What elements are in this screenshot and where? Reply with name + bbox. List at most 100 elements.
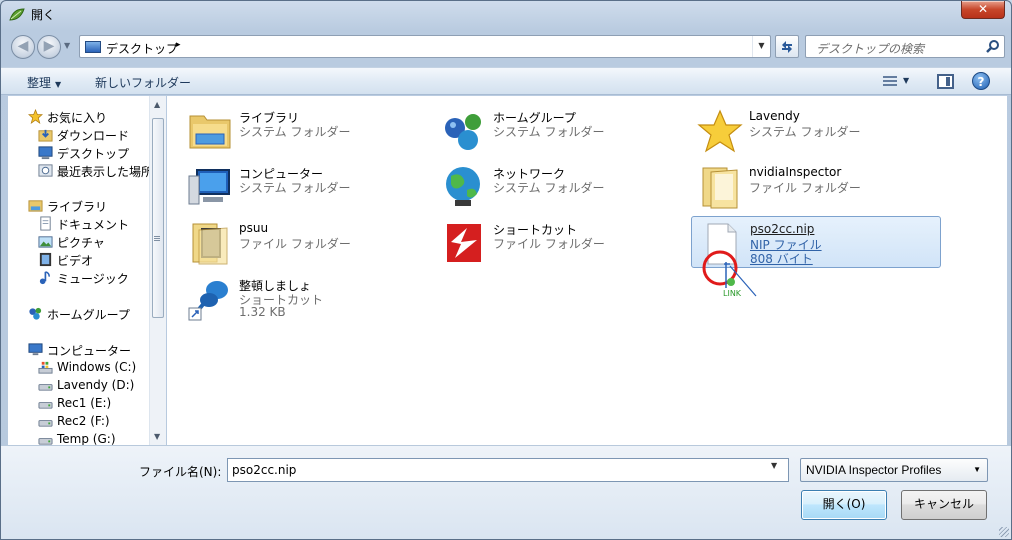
back-button[interactable]: ◀ (11, 35, 35, 59)
file-type: システム フォルダー (493, 181, 605, 195)
network-globe-icon (446, 167, 480, 206)
drive-icon (38, 420, 53, 427)
breadcrumb-arrow-icon[interactable]: ▸ (176, 40, 181, 50)
file-item-psuu[interactable]: psuu ファイル フォルダー (181, 216, 431, 268)
scroll-down-icon[interactable]: ▼ (154, 432, 160, 441)
computer-icon (28, 343, 43, 356)
file-name: pso2cc.nip (750, 222, 815, 236)
file-item-seiton-shortcut[interactable]: 整頓しましょ ショートカット 1.32 KB (181, 272, 431, 324)
nav-item-label: Rec2 (F:) (57, 414, 110, 428)
search-icon[interactable] (986, 39, 1000, 53)
file-item-nvidiainspector[interactable]: nvidiaInspector ファイル フォルダー (691, 160, 941, 212)
filename-dropdown-icon[interactable]: ▼ (771, 461, 777, 470)
dialog-footer: ファイル名(N): pso2cc.nip ▼ NVIDIA Inspector … (1, 445, 1011, 539)
scroll-grip-icon (154, 236, 160, 242)
mirrors-edge-folder-icon (447, 224, 481, 262)
refresh-icon (782, 41, 792, 53)
nav-item-label: Temp (G:) (57, 432, 116, 445)
desktop-icon (85, 41, 101, 53)
star-icon (697, 109, 743, 153)
file-type: ファイル フォルダー (239, 237, 351, 251)
search-placeholder: デスクトップの検索 (816, 42, 925, 56)
nav-item-label: 最近表示した場所 (57, 165, 154, 179)
organize-label: 整理 (27, 76, 52, 90)
file-type: ファイル フォルダー (749, 181, 861, 195)
file-type: システム フォルダー (239, 125, 351, 139)
file-item-shortcut-folder[interactable]: ショートカット ファイル フォルダー (435, 216, 685, 268)
help-button[interactable]: ? (972, 72, 990, 90)
file-item-computer[interactable]: コンピューター システム フォルダー (181, 160, 431, 212)
close-button[interactable]: ✕ (961, 1, 1005, 19)
new-folder-button[interactable]: 新しいフォルダー (95, 74, 191, 91)
homegroup-icon (445, 114, 481, 150)
folder-icon (192, 223, 228, 265)
file-name: Lavendy (749, 109, 800, 123)
chevron-down-icon: ▼ (903, 76, 910, 85)
breadcrumb-desktop[interactable]: デスクトップ (106, 40, 178, 57)
chevron-down-icon: ▼ (973, 465, 981, 474)
scrollbar-thumb[interactable] (152, 118, 164, 318)
address-row: ◀ ▶ ▼ デスクトップ ▸ ▼ デスクトップの検索 (7, 33, 1005, 61)
file-name: nvidiaInspector (749, 165, 842, 179)
filename-label: ファイル名(N): (139, 465, 222, 479)
nav-item-label: ミュージック (57, 272, 129, 286)
computer-icon (188, 169, 230, 205)
nav-item-label: ピクチャ (57, 236, 105, 250)
file-size: 808 バイト (750, 252, 813, 266)
nav-item-label: ドキュメント (57, 218, 130, 232)
document-icon (40, 216, 51, 231)
filetype-select[interactable]: NVIDIA Inspector Profiles ▼ (800, 458, 988, 482)
drive-icon (38, 438, 53, 445)
drive-icon (38, 402, 53, 409)
navigation-scrollbar[interactable]: ▲ ▼ (149, 96, 166, 445)
organize-menu-button[interactable]: 整理 ▼ (27, 74, 61, 91)
command-toolbar: 整理 ▼ 新しいフォルダー ▼ ? (1, 67, 1011, 95)
drive-icon (38, 384, 53, 391)
file-type: ファイル フォルダー (493, 237, 605, 251)
nav-item-label: ライブラリ (47, 200, 108, 214)
search-input[interactable]: デスクトップの検索 (805, 35, 1005, 58)
change-view-button[interactable]: ▼ (881, 74, 915, 90)
desktop-icon (38, 146, 53, 160)
address-bar[interactable]: デスクトップ ▸ ▼ (79, 35, 771, 58)
filename-input[interactable]: pso2cc.nip (227, 458, 789, 482)
picture-icon (38, 236, 53, 248)
file-type: システム フォルダー (749, 125, 861, 139)
resize-grip[interactable] (999, 527, 1009, 537)
folder-icon (702, 167, 738, 209)
recent-pages-dropdown[interactable]: ▼ (64, 41, 70, 50)
refresh-button[interactable] (775, 35, 799, 58)
nav-item-label: ホームグループ (47, 308, 130, 322)
nav-item-label: デスクトップ (57, 147, 130, 161)
nav-item-label: Rec1 (E:) (57, 396, 112, 410)
filetype-value: NVIDIA Inspector Profiles (806, 463, 942, 477)
nav-item-label: ダウンロード (57, 129, 130, 143)
nav-item-label: コンピューター (47, 344, 132, 358)
homegroup-icon (29, 307, 42, 320)
file-list: ライブラリ システム フォルダー ホームグループ システム フォルダー Lave… (167, 96, 1007, 445)
window-title: 開く (31, 8, 56, 22)
file-type: システム フォルダー (239, 181, 351, 195)
open-file-dialog: 開く ✕ ◀ ▶ ▼ デスクトップ ▸ ▼ デスクトップの検索 整理 ▼ 新しい… (0, 0, 1012, 540)
library-icon (28, 200, 43, 212)
drag-cursor-label: LINK (723, 289, 742, 298)
app-leaf-icon (9, 8, 25, 21)
forward-button[interactable]: ▶ (37, 35, 61, 59)
nav-item-label: ビデオ (57, 254, 94, 268)
file-item-lavendy[interactable]: Lavendy システム フォルダー (691, 104, 941, 156)
windows-drive-icon (38, 361, 53, 374)
video-icon (39, 252, 52, 267)
view-icon (883, 76, 897, 88)
preview-pane-button[interactable] (937, 74, 954, 89)
file-size: 1.32 KB (239, 305, 286, 319)
recent-places-icon (38, 164, 53, 177)
cancel-button[interactable]: キャンセル (901, 490, 987, 520)
file-type: システム フォルダー (493, 125, 605, 139)
file-item-libraries[interactable]: ライブラリ システム フォルダー (181, 104, 431, 156)
scroll-up-icon[interactable]: ▲ (154, 100, 160, 109)
address-dropdown-button[interactable]: ▼ (752, 36, 770, 57)
open-button[interactable]: 開く(O) (801, 490, 887, 520)
file-item-network[interactable]: ネットワーク システム フォルダー (435, 160, 685, 212)
chevron-down-icon: ▼ (55, 80, 62, 89)
file-item-homegroup[interactable]: ホームグループ システム フォルダー (435, 104, 685, 156)
